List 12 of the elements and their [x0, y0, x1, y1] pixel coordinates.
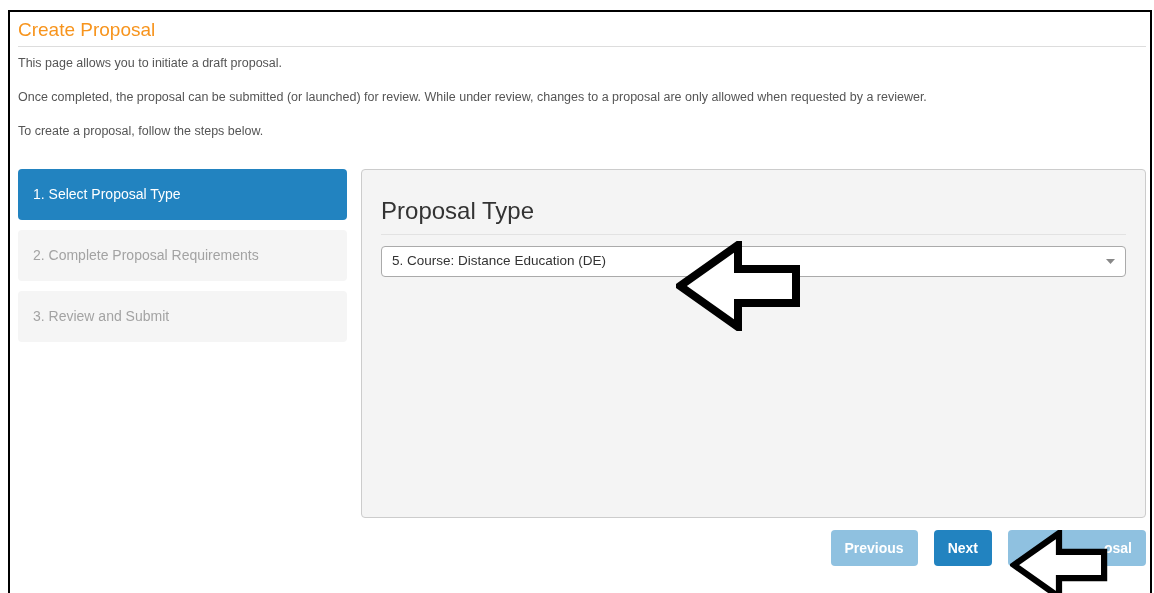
intro-text: Once completed, the proposal can be submitted (or launched) for review. While under review, changes to a proposal are only allowed when requested by a reviewer.: [18, 89, 928, 105]
step-tab[interactable]: 3. Review and Submit: [18, 291, 348, 342]
step-tab[interactable]: 1. Select Proposal Type: [18, 169, 348, 220]
select-value: 5. Course: Distance Education (DE): [392, 252, 606, 271]
nav-button[interactable]: Next: [933, 530, 992, 566]
intro-text: To create a proposal, follow the steps below.: [18, 123, 265, 139]
panel-heading: Proposal Type: [381, 196, 1126, 235]
intro-text: This page allows you to initiate a draft proposal.: [18, 55, 284, 71]
page-title: Create Proposal: [18, 18, 157, 42]
proposal-type-select[interactable]: 5. Course: Distance Education (DE): [381, 246, 1126, 277]
step-tab[interactable]: 2. Complete Proposal Requirements: [18, 230, 348, 281]
caret-icon: [1106, 259, 1115, 264]
